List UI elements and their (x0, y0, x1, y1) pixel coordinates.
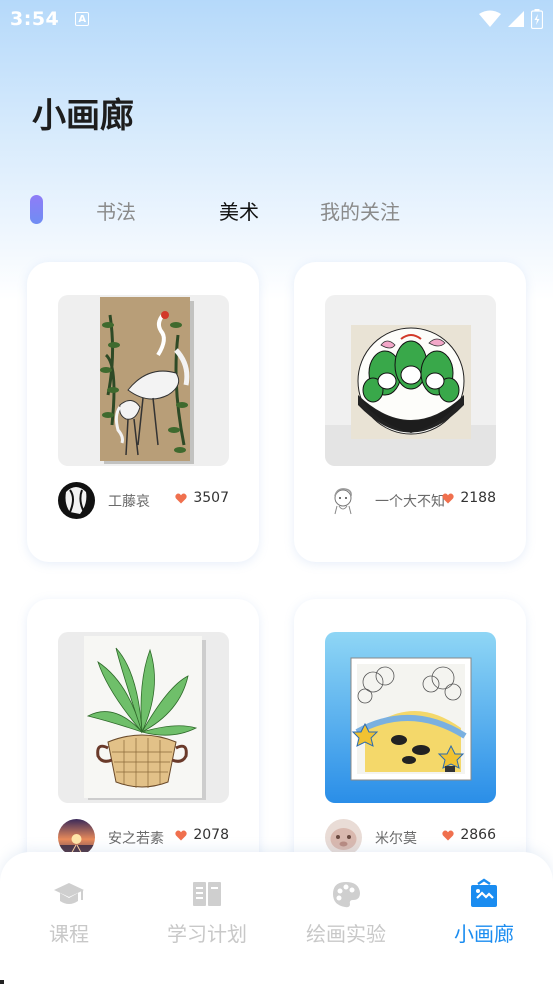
artwork-image[interactable] (58, 632, 229, 803)
nav-label: 绘画实验 (306, 922, 386, 946)
bottom-nav: 课程 学习计划 绘画实验 小画廊 (0, 852, 553, 984)
artwork-image[interactable] (58, 295, 229, 466)
category-tabs: 书法 美术 我的关注 (0, 190, 553, 230)
like-count-group[interactable]: 2866 (442, 827, 496, 843)
avatar-image (58, 482, 95, 519)
artwork-lotus-painting (325, 295, 496, 466)
avatar[interactable] (325, 482, 362, 519)
nav-label: 小画廊 (454, 922, 514, 946)
artwork-card[interactable]: 工藤哀 3507 (27, 262, 259, 562)
like-count: 2866 (460, 827, 496, 843)
tab-indicator (30, 195, 43, 224)
artwork-card[interactable]: 一个大不知 2188 (294, 262, 526, 562)
like-count-group[interactable]: 2078 (175, 827, 229, 843)
battery-icon (531, 9, 543, 29)
tab-calligraphy[interactable]: 书法 (96, 196, 136, 225)
like-count: 2188 (460, 490, 496, 506)
heart-icon (175, 493, 188, 503)
signal-icon (508, 11, 524, 27)
notification-icon: A (75, 12, 90, 26)
like-count-group[interactable]: 3507 (175, 490, 229, 506)
heart-icon (442, 493, 455, 503)
artwork-cranes-painting (58, 295, 229, 466)
nav-item-gallery[interactable]: 小画廊 (424, 878, 544, 947)
nav-item-drawing-lab[interactable]: 绘画实验 (286, 878, 406, 947)
avatar-image (325, 819, 362, 856)
tab-art[interactable]: 美术 (219, 196, 259, 225)
status-time: 3:54 (10, 8, 60, 30)
avatar[interactable] (58, 819, 95, 856)
status-bar: 3:54 A (0, 0, 553, 38)
book-icon (193, 882, 221, 906)
nav-item-courses[interactable]: 课程 (9, 878, 129, 947)
avatar[interactable] (58, 482, 95, 519)
artwork-framed-drawing (325, 632, 496, 803)
artwork-image[interactable] (325, 295, 496, 466)
palette-icon (333, 882, 360, 908)
home-indicator (0, 980, 4, 984)
nav-label: 学习计划 (167, 922, 247, 946)
avatar-image (58, 819, 95, 856)
like-count: 3507 (193, 490, 229, 506)
like-count-group[interactable]: 2188 (442, 490, 496, 506)
page-title: 小画廊 (32, 96, 134, 136)
gallery-icon (471, 878, 497, 907)
artwork-image[interactable] (325, 632, 496, 803)
nav-label: 课程 (49, 922, 89, 946)
artwork-plant-painting (58, 632, 229, 803)
heart-icon (442, 830, 455, 840)
nav-item-study-plan[interactable]: 学习计划 (147, 878, 267, 947)
status-icons (479, 9, 543, 29)
like-count: 2078 (193, 827, 229, 843)
avatar-image (325, 482, 362, 519)
card-meta: 工藤哀 3507 (58, 482, 229, 520)
tab-following[interactable]: 我的关注 (320, 196, 400, 225)
graduation-cap-icon (54, 883, 84, 904)
card-meta: 一个大不知 2188 (325, 482, 496, 520)
avatar[interactable] (325, 819, 362, 856)
heart-icon (175, 830, 188, 840)
wifi-icon (479, 10, 501, 27)
